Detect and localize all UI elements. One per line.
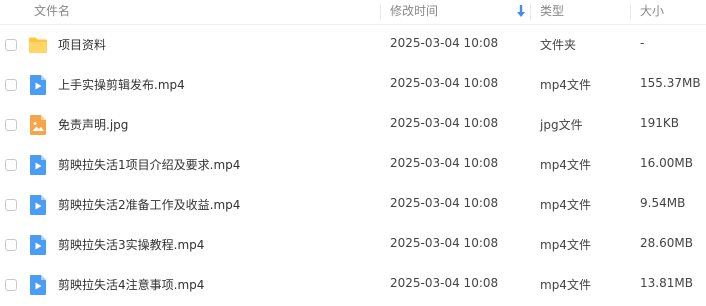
- column-header-size[interactable]: 大小: [640, 0, 664, 24]
- folder-icon: [28, 34, 48, 56]
- file-row[interactable]: 剪映拉失活1项目介绍及要求.mp4 2025-03-04 10:08 mp4文件…: [0, 146, 706, 186]
- file-type: jpg文件: [540, 118, 583, 132]
- arrow-down-icon[interactable]: [516, 4, 526, 18]
- file-modified-time: 2025-03-04 10:08: [390, 156, 499, 170]
- file-size: 9.54MB: [640, 196, 686, 210]
- row-checkbox[interactable]: [5, 199, 17, 211]
- row-checkbox[interactable]: [5, 239, 17, 251]
- file-name[interactable]: 剪映拉失活2准备工作及收益.mp4: [58, 196, 240, 213]
- file-size: 13.81MB: [640, 276, 693, 290]
- column-header-modified[interactable]: 修改时间: [390, 0, 438, 24]
- column-header-name[interactable]: 文件名: [34, 0, 70, 24]
- file-modified-time: 2025-03-04 10:08: [390, 276, 499, 290]
- column-header-type[interactable]: 类型: [540, 0, 564, 24]
- file-row[interactable]: 上手实操剪辑发布.mp4 2025-03-04 10:08 mp4文件 155.…: [0, 66, 706, 106]
- file-name[interactable]: 项目资料: [58, 36, 106, 53]
- video-file-icon: [28, 74, 48, 96]
- file-row[interactable]: 剪映拉失活4注意事项.mp4 2025-03-04 10:08 mp4文件 13…: [0, 266, 706, 306]
- row-checkbox[interactable]: [5, 119, 17, 131]
- video-file-icon: [28, 234, 48, 256]
- file-type: mp4文件: [540, 278, 591, 292]
- file-modified-time: 2025-03-04 10:08: [390, 36, 499, 50]
- file-type: mp4文件: [540, 238, 591, 252]
- file-row[interactable]: 剪映拉失活2准备工作及收益.mp4 2025-03-04 10:08 mp4文件…: [0, 186, 706, 226]
- file-type: mp4文件: [540, 198, 591, 212]
- column-divider[interactable]: [530, 3, 531, 21]
- column-divider[interactable]: [630, 3, 631, 21]
- file-name[interactable]: 剪映拉失活1项目介绍及要求.mp4: [58, 156, 240, 173]
- file-size: 191KB: [640, 116, 680, 130]
- file-row[interactable]: 免责声明.jpg 2025-03-04 10:08 jpg文件 191KB: [0, 106, 706, 146]
- file-name[interactable]: 剪映拉失活4注意事项.mp4: [58, 276, 204, 293]
- file-type: 文件夹: [540, 38, 577, 52]
- image-file-icon: [28, 114, 48, 136]
- video-file-icon: [28, 274, 48, 296]
- video-file-icon: [28, 154, 48, 176]
- file-size: -: [640, 36, 645, 50]
- file-size: 16.00MB: [640, 156, 693, 170]
- file-name[interactable]: 免责声明.jpg: [58, 116, 128, 133]
- row-checkbox[interactable]: [5, 279, 17, 291]
- row-checkbox[interactable]: [5, 79, 17, 91]
- file-type: mp4文件: [540, 158, 591, 172]
- file-name[interactable]: 剪映拉失活3实操教程.mp4: [58, 236, 204, 253]
- file-list-header: 文件名 修改时间 类型 大小: [0, 0, 706, 25]
- row-checkbox[interactable]: [5, 159, 17, 171]
- column-divider[interactable]: [380, 3, 381, 21]
- file-modified-time: 2025-03-04 10:08: [390, 196, 499, 210]
- file-type: mp4文件: [540, 78, 591, 92]
- video-file-icon: [28, 194, 48, 216]
- file-modified-time: 2025-03-04 10:08: [390, 116, 499, 130]
- file-name[interactable]: 上手实操剪辑发布.mp4: [58, 76, 185, 93]
- file-row[interactable]: 项目资料 2025-03-04 10:08 文件夹 -: [0, 26, 706, 66]
- row-checkbox[interactable]: [5, 39, 17, 51]
- file-modified-time: 2025-03-04 10:08: [390, 236, 499, 250]
- file-size: 155.37MB: [640, 76, 701, 90]
- file-row[interactable]: 剪映拉失活3实操教程.mp4 2025-03-04 10:08 mp4文件 28…: [0, 226, 706, 266]
- file-size: 28.60MB: [640, 236, 693, 250]
- file-modified-time: 2025-03-04 10:08: [390, 76, 499, 90]
